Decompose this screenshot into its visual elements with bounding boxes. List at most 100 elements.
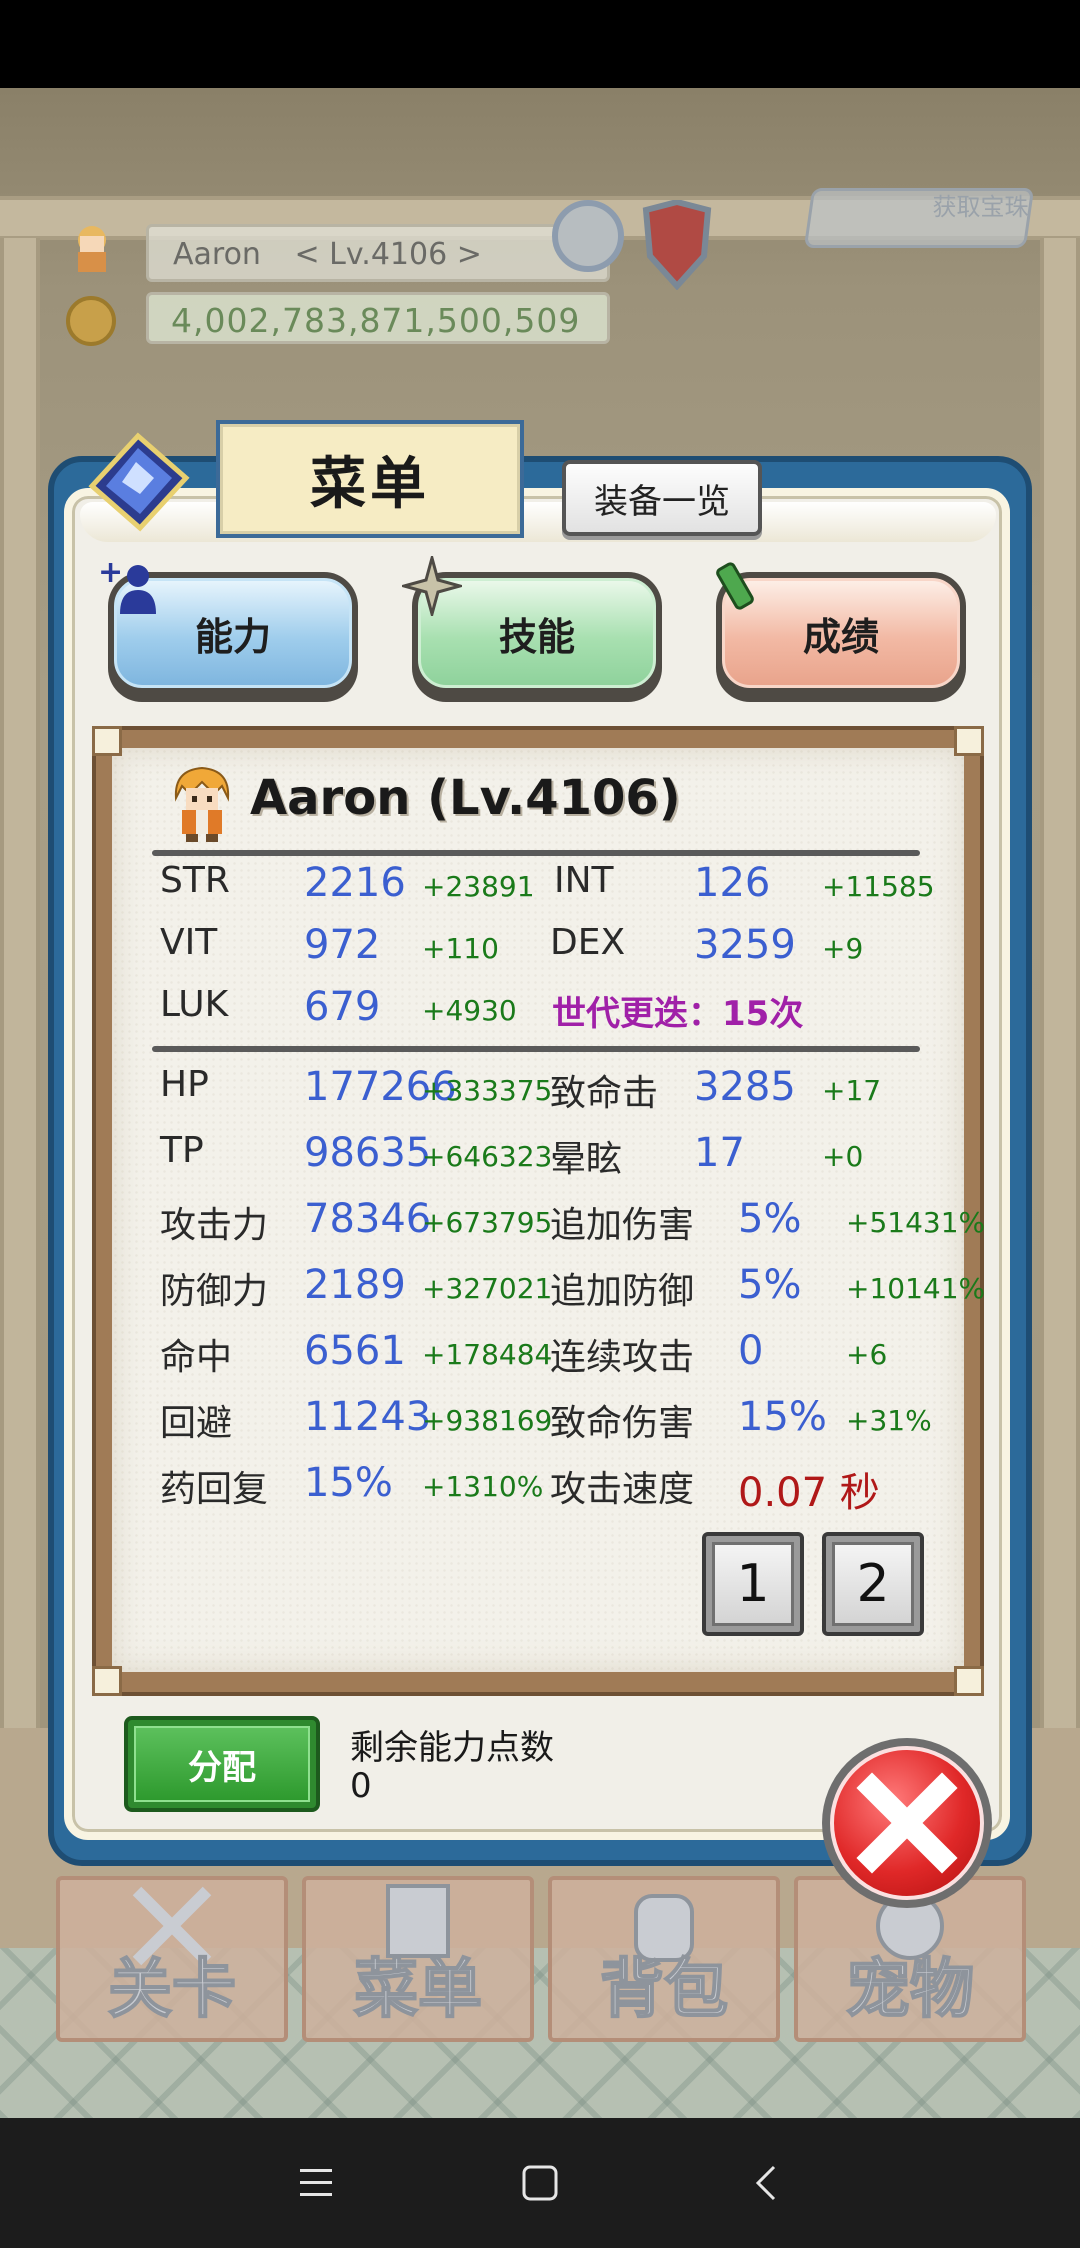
tab-skill-label: 技能 — [498, 614, 575, 659]
panel-corner — [954, 726, 984, 756]
stat-row: VIT 972 +110 DEX 3259 +9 — [160, 922, 1000, 978]
hero-avatar-icon[interactable] — [68, 222, 116, 274]
stat-value: 0 — [738, 1328, 764, 1374]
stat-value: 78346 — [304, 1196, 432, 1242]
stat-label: 防御力 — [160, 1271, 269, 1312]
gold-amount: 4,002,783,871,500,509 — [146, 292, 610, 344]
stat-value: 679 — [304, 984, 381, 1030]
stat-label: 攻击速度 — [550, 1469, 695, 1510]
close-button[interactable] — [822, 1738, 992, 1908]
scroll-icon — [716, 562, 754, 610]
stat-row: HP 177266 +333375 致命击 3285 +17 — [160, 1064, 1000, 1120]
stat-label: 回避 — [160, 1403, 233, 1444]
assign-label: 分配 — [188, 1747, 256, 1788]
player-name-box: Aaron < Lv.4106 > — [146, 224, 610, 282]
get-orbs-label: 获取宝珠 — [932, 193, 1029, 221]
assign-button[interactable]: 分配 — [124, 1716, 320, 1812]
stat-bonus: +327021 — [422, 1272, 553, 1305]
get-orbs-button[interactable]: 获取宝珠 — [803, 188, 1035, 248]
stat-label: 追加防御 — [550, 1271, 695, 1312]
stat-bonus: +23891 — [422, 870, 535, 903]
system-navigation-bar — [0, 2118, 1080, 2248]
stat-value: 15% — [738, 1394, 827, 1440]
nav-tab-stage[interactable]: 关卡 — [56, 1876, 288, 2042]
generation-count: 世代更迭：15次 — [552, 994, 804, 1034]
menu-icon — [300, 2169, 332, 2196]
stat-bonus: +9 — [822, 932, 864, 965]
stat-label: 致命伤害 — [550, 1403, 695, 1444]
back-chevron-icon — [755, 2165, 776, 2201]
player-name: Aaron — [173, 237, 261, 272]
nav-tab-label: 关卡 — [107, 1952, 237, 2028]
stat-row: 防御力 2189 +327021 追加防御 5% +10141% — [160, 1262, 1000, 1318]
orb-icon[interactable] — [552, 200, 624, 272]
menu-title-tab: 菜单 — [216, 420, 524, 538]
svg-text:+: + — [98, 556, 123, 590]
stat-label: HP — [160, 1064, 209, 1105]
stat-bonus: +4930 — [422, 994, 517, 1027]
tab-ability-label: 能力 — [194, 614, 271, 659]
nav-tab-label: 宠物 — [845, 1952, 975, 2028]
stat-bonus: +646323 — [422, 1140, 553, 1173]
stat-bonus: +110 — [422, 932, 499, 965]
stat-bonus: +178484 — [422, 1338, 553, 1371]
stat-row: 命中 6561 +178484 连续攻击 0 +6 — [160, 1328, 1000, 1384]
page-1-label: 1 — [736, 1554, 770, 1614]
panel-corner — [954, 1666, 984, 1696]
stat-row: 药回复 15% +1310% 攻击速度 0.07 秒 — [160, 1460, 1000, 1516]
equipment-list-button[interactable]: 装备一览 — [562, 460, 762, 536]
stat-value: 17 — [694, 1130, 745, 1176]
stat-value: 3285 — [694, 1064, 796, 1110]
stat-label: TP — [160, 1130, 204, 1171]
attack-speed-value: 0.07 秒 — [738, 1470, 880, 1516]
stat-label: 致命击 — [550, 1073, 659, 1114]
recent-apps-button[interactable] — [276, 2148, 356, 2218]
divider — [152, 1046, 920, 1052]
page-2-button[interactable]: 2 — [822, 1532, 924, 1636]
stat-value: 15% — [304, 1460, 393, 1506]
stat-label: 连续攻击 — [550, 1337, 695, 1378]
shield-icon[interactable] — [640, 200, 714, 290]
stat-row: 攻击力 78346 +673795 追加伤害 5% +51431% — [160, 1196, 1000, 1252]
stat-row: 回避 11243 +938169 致命伤害 15% +31% — [160, 1394, 1000, 1450]
stat-value: 972 — [304, 922, 381, 968]
character-name: Aaron (Lv.4106) — [250, 770, 681, 826]
book-icon — [88, 432, 190, 532]
nav-tab-menu[interactable]: 菜单 — [302, 1876, 534, 2042]
stat-value: 5% — [738, 1262, 802, 1308]
gold-coin-icon — [66, 296, 116, 346]
page-2-label: 2 — [856, 1554, 890, 1614]
stat-value: 5% — [738, 1196, 802, 1242]
stat-value: 2216 — [304, 860, 406, 906]
equipment-list-label: 装备一览 — [594, 481, 730, 522]
close-icon — [856, 1772, 958, 1874]
page-1-button[interactable]: 1 — [702, 1532, 804, 1636]
panel-corner — [92, 1666, 122, 1696]
wall-post — [0, 238, 40, 1838]
stat-row: LUK 679 +4930 世代更迭：15次 — [160, 984, 1000, 1040]
stat-label: 晕眩 — [550, 1139, 623, 1180]
tab-record-label: 成绩 — [802, 614, 879, 659]
stat-value: 6561 — [304, 1328, 406, 1374]
stat-bonus: +333375 — [422, 1074, 553, 1107]
stat-label: 追加伤害 — [550, 1205, 695, 1246]
stat-bonus: +10141% — [846, 1272, 986, 1305]
status-bar — [0, 0, 1080, 88]
stat-bonus: +1310% — [422, 1470, 544, 1503]
star-icon — [402, 556, 462, 616]
add-user-icon: + — [98, 556, 156, 614]
stat-bonus: +673795 — [422, 1206, 553, 1239]
stat-value: 11243 — [304, 1394, 432, 1440]
stat-row: STR 2216 +23891 INT 126 +11585 — [160, 860, 1000, 916]
nav-tab-bag[interactable]: 背包 — [548, 1876, 780, 2042]
wall-post — [1040, 238, 1080, 1838]
stat-label: INT — [554, 860, 614, 901]
stat-label: 攻击力 — [160, 1205, 269, 1246]
player-level: < Lv.4106 > — [294, 237, 482, 272]
back-button[interactable] — [726, 2148, 806, 2218]
character-avatar — [174, 766, 230, 842]
home-button[interactable] — [500, 2148, 580, 2218]
stat-bonus: +17 — [822, 1074, 882, 1107]
stat-value: 3259 — [694, 922, 796, 968]
stat-bonus: +51431% — [846, 1206, 986, 1239]
